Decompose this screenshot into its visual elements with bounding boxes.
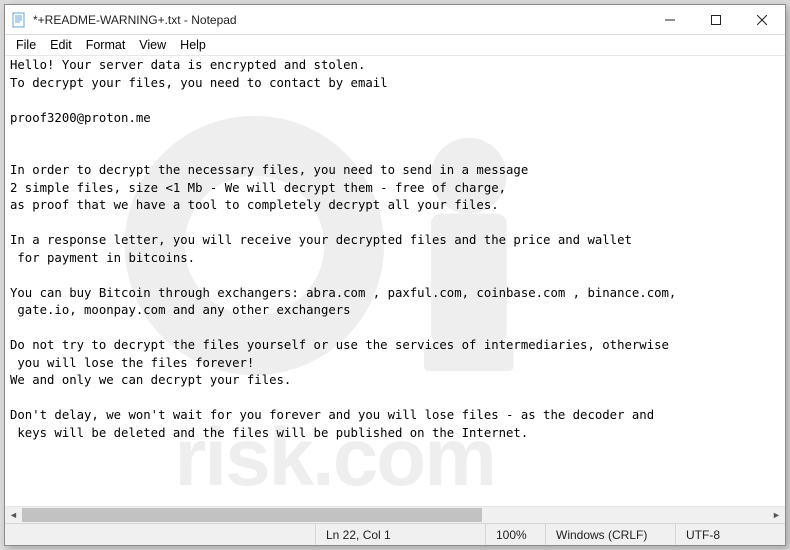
maximize-button[interactable] [693,5,739,34]
window-controls [647,5,785,34]
status-encoding: UTF-8 [675,524,785,545]
notepad-window: *+README-WARNING+.txt - Notepad File Edi… [4,4,786,546]
text-editor-area[interactable]: risk.com Hello! Your server data is encr… [5,56,785,506]
window-title: *+README-WARNING+.txt - Notepad [33,13,647,27]
titlebar[interactable]: *+README-WARNING+.txt - Notepad [5,5,785,35]
menu-view[interactable]: View [132,37,173,53]
scroll-left-arrow-icon[interactable]: ◄ [5,507,22,524]
menu-file[interactable]: File [9,37,43,53]
notepad-app-icon [11,12,27,28]
menu-help[interactable]: Help [173,37,213,53]
status-zoom: 100% [485,524,545,545]
menu-edit[interactable]: Edit [43,37,79,53]
menu-format[interactable]: Format [79,37,133,53]
status-line-ending: Windows (CRLF) [545,524,675,545]
maximize-icon [711,15,721,25]
horizontal-scrollbar[interactable]: ◄ ► [5,506,785,523]
minimize-icon [665,15,675,25]
statusbar: Ln 22, Col 1 100% Windows (CRLF) UTF-8 [5,523,785,545]
scroll-thumb[interactable] [22,508,482,522]
document-text[interactable]: Hello! Your server data is encrypted and… [5,56,785,443]
scroll-right-arrow-icon[interactable]: ► [768,507,785,524]
close-button[interactable] [739,5,785,34]
status-caret: Ln 22, Col 1 [315,524,485,545]
close-icon [757,15,767,25]
minimize-button[interactable] [647,5,693,34]
menubar: File Edit Format View Help [5,35,785,56]
